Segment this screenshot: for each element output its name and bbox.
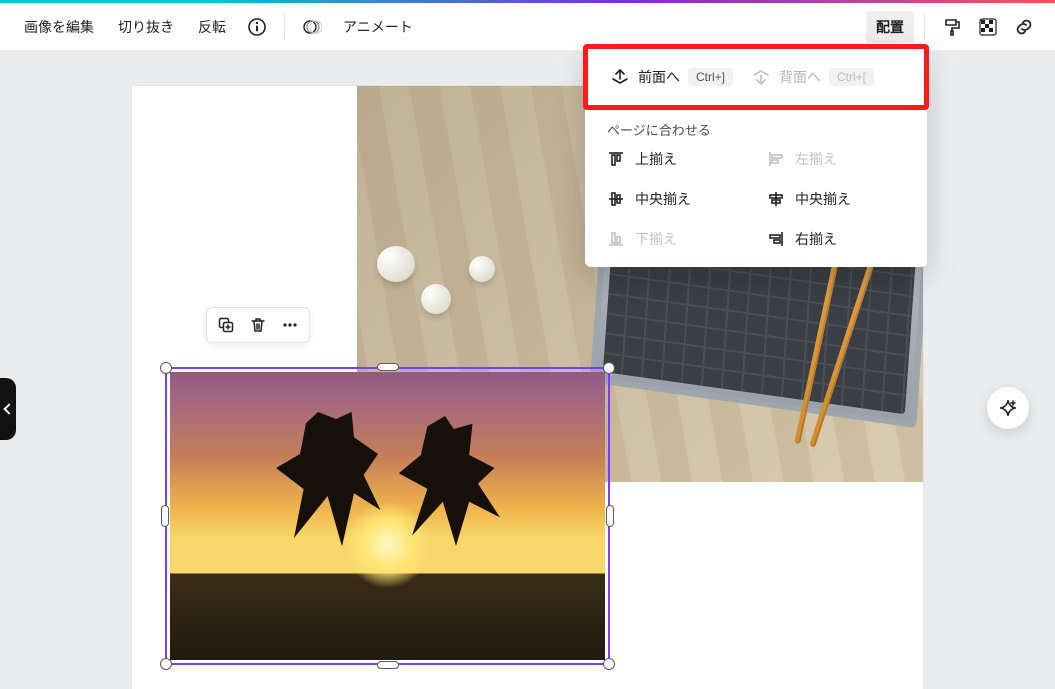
link-button[interactable] [1007,10,1041,44]
add-page-fab[interactable] [987,387,1029,429]
align-middle-v-label: 中央揃え [795,189,851,209]
send-backward-shortcut: Ctrl+[ [829,68,874,86]
resize-handle-left[interactable] [161,505,169,527]
info-icon-button[interactable] [240,10,274,44]
bring-forward-icon [610,67,630,87]
bring-forward-button[interactable]: 前面へ Ctrl+] [610,67,733,87]
highlighted-layer-order-row: 前面へ Ctrl+] 背面へ Ctrl+[ [583,44,929,110]
duplicate-icon [217,316,235,334]
align-left-label: 左揃え [795,149,837,169]
align-right-icon [767,230,785,248]
sparkle-plus-icon [997,397,1019,419]
send-backward-icon [751,67,771,87]
transparency-icon [978,17,998,37]
more-button[interactable] [279,314,301,336]
resize-handle-bottom-left[interactable] [160,658,172,670]
fit-to-page-label: ページに合わせる [585,108,927,149]
align-left-button: 左揃え [767,149,905,169]
paperball-graphic [377,246,415,282]
align-middle-v-button[interactable]: 中央揃え [767,189,905,209]
more-horizontal-icon [281,316,299,334]
format-painter-button[interactable] [935,10,969,44]
stack-circles-icon [302,17,322,37]
bring-forward-label: 前面へ [638,67,680,87]
resize-handle-bottom[interactable] [377,661,399,669]
align-bottom-icon [607,230,625,248]
position-button[interactable]: 配置 [866,11,914,43]
paperball-graphic [469,256,495,282]
resize-handle-bottom-right[interactable] [603,658,615,670]
trash-icon [249,316,267,334]
align-top-button[interactable]: 上揃え [607,149,745,169]
align-middle-h-icon [607,190,625,208]
align-bottom-label: 下揃え [635,229,677,249]
align-right-button[interactable]: 右揃え [767,229,905,249]
animate-button[interactable]: アニメート [333,11,423,43]
transparency-button[interactable] [971,10,1005,44]
align-middle-v-icon [767,190,785,208]
animate-icon[interactable] [295,10,329,44]
link-icon [1014,17,1034,37]
edit-image-button[interactable]: 画像を編集 [14,11,104,43]
toolbar-separator [284,15,285,39]
resize-handle-right[interactable] [606,505,614,527]
selected-image-sunset[interactable] [165,367,610,665]
duplicate-button[interactable] [215,314,237,336]
paint-roller-icon [942,17,962,37]
align-right-label: 右揃え [795,229,837,249]
info-icon [247,17,267,37]
selection-border [165,367,610,665]
bring-forward-shortcut: Ctrl+] [688,68,733,86]
resize-handle-top[interactable] [377,363,399,371]
align-left-icon [767,150,785,168]
delete-button[interactable] [247,314,269,336]
flip-button[interactable]: 反転 [188,11,236,43]
paperball-graphic [421,284,451,314]
position-popover: 前面へ Ctrl+] 背面へ Ctrl+[ ページに合わせる 上揃え 左揃え [585,46,927,267]
align-bottom-button: 下揃え [607,229,745,249]
send-backward-label: 背面へ [779,67,821,87]
toolbar-separator-2 [924,15,925,39]
align-middle-h-button[interactable]: 中央揃え [607,189,745,209]
resize-handle-top-right[interactable] [603,362,615,374]
expand-side-panel-button[interactable] [0,378,16,440]
crop-button[interactable]: 切り抜き [108,11,184,43]
resize-handle-top-left[interactable] [160,362,172,374]
send-backward-button: 背面へ Ctrl+[ [751,67,874,87]
align-top-icon [607,150,625,168]
floating-context-toolbar [206,307,310,343]
align-top-label: 上揃え [635,149,677,169]
align-middle-h-label: 中央揃え [635,189,691,209]
